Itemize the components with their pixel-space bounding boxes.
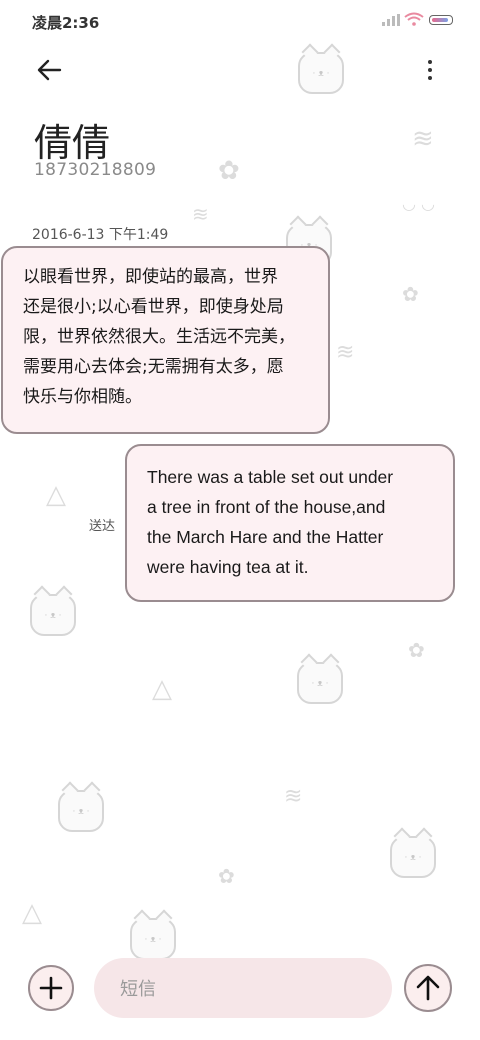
onigiri-icon: △ — [22, 898, 42, 928]
paw-icon: ✿ — [218, 156, 240, 186]
message-timestamp: 2016-6-13 下午1:49 — [32, 227, 169, 243]
message-line: 限，世界依然很大。生活远不完美， — [23, 327, 295, 347]
fish-bone-icon: ≋ — [192, 202, 209, 226]
fish-bone-icon: ≋ — [284, 784, 303, 809]
status-time: 凌晨2:36 — [32, 14, 100, 32]
contact-name: 倩倩 — [34, 121, 111, 165]
message-line: the March Hare and the Hatter — [147, 527, 384, 547]
more-vertical-icon[interactable] — [420, 54, 440, 86]
message-line: 以眼看世界，即使站的最高，世界 — [23, 267, 278, 287]
arrow-up-icon — [416, 975, 440, 1001]
message-line: 还是很小;以心看世界，即使身处局 — [23, 297, 284, 317]
signal-icon — [382, 14, 400, 26]
cat-doodle-icon: · ᴥ · — [58, 790, 104, 832]
message-input-container[interactable] — [94, 958, 392, 1018]
paw-icon: ✿ — [218, 864, 235, 888]
add-attachment-button[interactable] — [28, 965, 74, 1011]
cat-doodle-icon: · ᴥ · — [390, 836, 436, 878]
arrow-left-icon[interactable] — [34, 54, 66, 86]
fish-bone-icon: ≋ — [336, 340, 355, 365]
message-line: 快乐与你相随。 — [23, 387, 142, 407]
delivery-status: 送达 — [89, 519, 116, 534]
message-input[interactable] — [118, 974, 372, 1004]
cat-doodle-icon: · ᴥ · — [297, 662, 343, 704]
cat-doodle-icon: · ᴥ · — [130, 918, 176, 960]
cat-doodle-icon: · ᴥ · — [298, 52, 344, 94]
onigiri-icon: △ — [152, 674, 172, 704]
whisker-doodle-icon: ◡ ◡ — [402, 194, 436, 213]
cat-doodle-icon: · ᴥ · — [30, 594, 76, 636]
paw-icon: ✿ — [408, 638, 425, 662]
message-line: 需要用心去体会;无需拥有太多，愿 — [23, 357, 284, 377]
plus-icon — [39, 976, 63, 1000]
contact-phone-number: 18730218809 — [34, 160, 157, 180]
message-line: There was a table set out under — [147, 467, 394, 487]
message-line: were having tea at it. — [147, 557, 309, 577]
message-line: a tree in front of the house,and — [147, 497, 386, 517]
paw-icon: ✿ — [402, 282, 419, 306]
onigiri-icon: △ — [46, 480, 66, 510]
wifi-icon — [404, 12, 424, 26]
battery-icon — [429, 15, 453, 25]
send-button[interactable] — [404, 964, 452, 1012]
received-message-bubble[interactable]: 以眼看世界，即使站的最高，世界 还是很小;以心看世界，即使身处局 限，世界依然很… — [1, 246, 330, 434]
sent-message-bubble[interactable]: There was a table set out under a tree i… — [125, 444, 455, 602]
fish-bone-icon: ≋ — [412, 124, 434, 154]
status-bar: 凌晨2:36 — [0, 0, 480, 40]
